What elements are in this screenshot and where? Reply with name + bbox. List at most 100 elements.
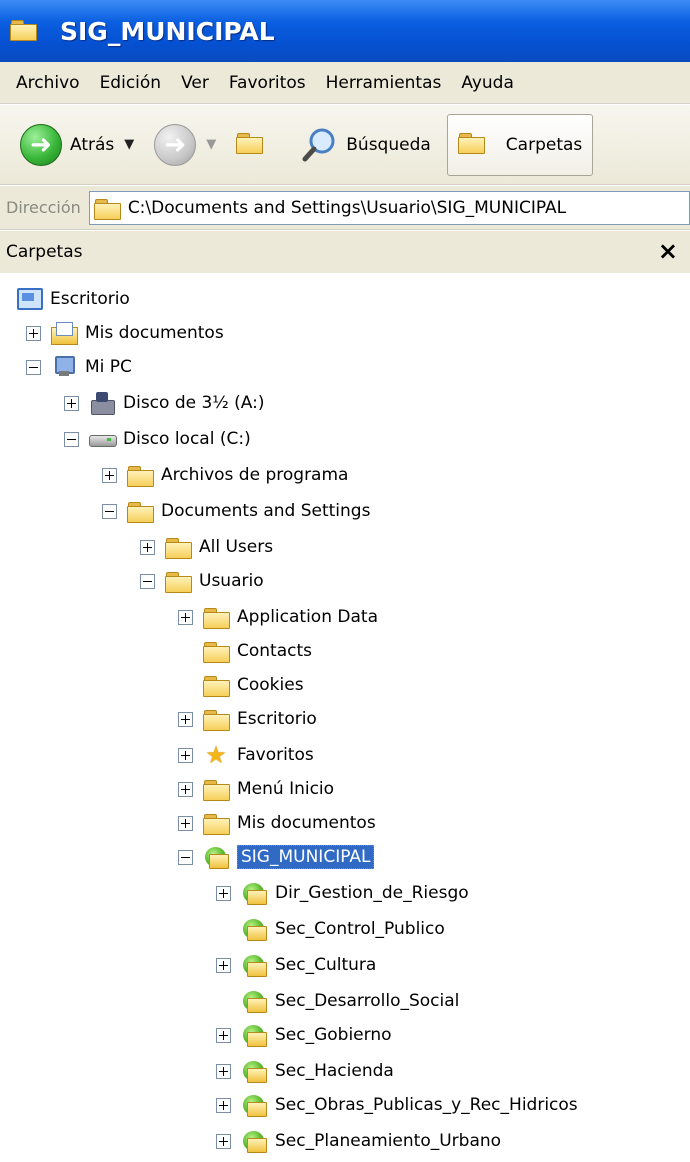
tree-item-label: Mis documentos: [85, 323, 224, 343]
collapse-icon[interactable]: [64, 431, 79, 447]
hard-disk-icon: [89, 428, 117, 450]
expand-icon[interactable]: [216, 1027, 231, 1043]
folder-icon: [127, 464, 154, 487]
tree-item-label: All Users: [199, 537, 274, 557]
expand-icon[interactable]: [26, 325, 41, 341]
computer-icon: [51, 356, 77, 378]
expand-icon[interactable]: [64, 395, 79, 411]
tree-item[interactable]: Sec_Desarrollo_Social: [216, 984, 459, 1018]
close-icon[interactable]: ×: [658, 237, 678, 265]
menu-archivo[interactable]: Archivo: [6, 73, 90, 93]
tree-item[interactable]: Escritorio: [178, 702, 317, 736]
tree-item[interactable]: Mi PC: [26, 350, 132, 384]
expand-icon[interactable]: [216, 1063, 231, 1079]
menu-ayuda[interactable]: Ayuda: [451, 73, 524, 93]
back-label: Atrás: [70, 134, 115, 155]
window-folder-icon: [10, 18, 40, 44]
collapse-icon[interactable]: [178, 849, 193, 865]
address-folder-icon: [93, 197, 121, 220]
green-folder-icon: [241, 954, 267, 977]
back-dropdown-icon[interactable]: ▼: [124, 137, 134, 152]
tree-item[interactable]: Menú Inicio: [178, 772, 334, 806]
expand-icon[interactable]: [216, 1097, 231, 1113]
expand-icon[interactable]: [178, 747, 193, 763]
tree-item[interactable]: ★ Favoritos: [178, 738, 314, 772]
search-icon: [302, 128, 335, 161]
tree-item[interactable]: Dir_Gestion_de_Riesgo: [216, 876, 469, 910]
tree-item-label: Sec_Planeamiento_Urbano: [275, 1131, 502, 1151]
menu-herramientas[interactable]: Herramientas: [316, 73, 452, 93]
search-label: Búsqueda: [346, 134, 431, 155]
menu-favoritos[interactable]: Favoritos: [219, 73, 316, 93]
menu-ver[interactable]: Ver: [171, 73, 219, 93]
tree-item[interactable]: All Users: [140, 530, 273, 564]
forward-dropdown-icon[interactable]: ▼: [206, 137, 216, 152]
tree-item-label: Mis documentos: [237, 813, 376, 833]
expand-icon[interactable]: [178, 815, 193, 831]
toolbar: ➜ Atrás ▼ ➜ ▼ Búsqueda Carpetas: [0, 105, 690, 185]
collapse-icon[interactable]: [26, 359, 41, 375]
back-button[interactable]: ➜ Atrás ▼: [14, 115, 140, 175]
folder-icon: [203, 708, 230, 731]
expand-icon[interactable]: [178, 781, 193, 797]
green-folder-icon: [203, 846, 229, 869]
tree-item[interactable]: Mis documentos: [26, 316, 224, 350]
folder-icon: [165, 570, 192, 593]
star-icon: ★: [205, 741, 227, 769]
tree-item[interactable]: Mis documentos: [178, 806, 376, 840]
tree-item[interactable]: Sec_Produccion: [216, 1158, 407, 1162]
address-field[interactable]: C:\Documents and Settings\Usuario\SIG_MU…: [88, 190, 690, 225]
tree-item[interactable]: Sec_Gobierno: [216, 1018, 392, 1052]
tree-item[interactable]: Contacts: [178, 634, 312, 668]
collapse-icon[interactable]: [140, 573, 155, 589]
tree-item[interactable]: SIG_MUNICIPAL: [178, 840, 375, 874]
expand-icon[interactable]: [216, 957, 231, 973]
tree-item[interactable]: Sec_Control_Publico: [216, 912, 445, 946]
expand-icon[interactable]: [102, 467, 117, 483]
expand-icon[interactable]: [178, 711, 193, 727]
expand-icon[interactable]: [216, 885, 231, 901]
tree-item-label: Escritorio: [237, 709, 317, 729]
tree-item[interactable]: Archivos de programa: [102, 458, 348, 492]
tree-item-label: Disco local (C:): [123, 429, 251, 449]
back-arrow-icon: ➜: [20, 123, 62, 166]
tree-item-label: Sec_Cultura: [275, 955, 377, 975]
tree-item[interactable]: Usuario: [140, 564, 264, 598]
floppy-icon: [89, 392, 115, 415]
tree-item-label: Escritorio: [50, 289, 130, 309]
tree-item-label: Contacts: [237, 641, 312, 661]
folders-button[interactable]: Carpetas: [446, 113, 594, 176]
expand-icon[interactable]: [140, 539, 155, 555]
folder-icon: [203, 812, 230, 835]
tree-item[interactable]: Sec_Planeamiento_Urbano: [216, 1124, 501, 1158]
tree-item[interactable]: Sec_Hacienda: [216, 1054, 394, 1088]
tree-item[interactable]: Sec_Obras_Publicas_y_Rec_Hidricos: [216, 1088, 578, 1122]
tree-item[interactable]: Escritorio: [16, 282, 130, 316]
tree-item[interactable]: Disco de 3½ (A:): [64, 386, 265, 420]
forward-button[interactable]: ➜ ▼: [148, 115, 222, 175]
tree-item-label: Dir_Gestion_de_Riesgo: [275, 883, 469, 903]
window-title: SIG_MUNICIPAL: [60, 16, 275, 46]
expand-icon[interactable]: [178, 609, 193, 625]
tree-item-label: Mi PC: [85, 357, 132, 377]
forward-arrow-icon: ➜: [154, 123, 197, 166]
collapse-icon[interactable]: [102, 503, 117, 519]
tree-item[interactable]: Sec_Cultura: [216, 948, 376, 982]
search-button[interactable]: Búsqueda: [296, 115, 437, 175]
up-folder-button[interactable]: [230, 115, 280, 175]
tree-item-label: SIG_MUNICIPAL: [237, 845, 375, 869]
green-folder-icon: [241, 1094, 267, 1117]
title-bar[interactable]: SIG_MUNICIPAL: [0, 0, 690, 62]
tree-item[interactable]: Documents and Settings: [102, 494, 370, 528]
desktop-icon: [16, 288, 43, 310]
tree-item[interactable]: Cookies: [178, 668, 304, 702]
tree-item[interactable]: Application Data: [178, 600, 378, 634]
expand-icon[interactable]: [216, 1133, 231, 1149]
green-folder-icon: [241, 990, 267, 1013]
tree-item[interactable]: Disco local (C:): [64, 422, 251, 456]
menu-edicion[interactable]: Edición: [90, 73, 172, 93]
